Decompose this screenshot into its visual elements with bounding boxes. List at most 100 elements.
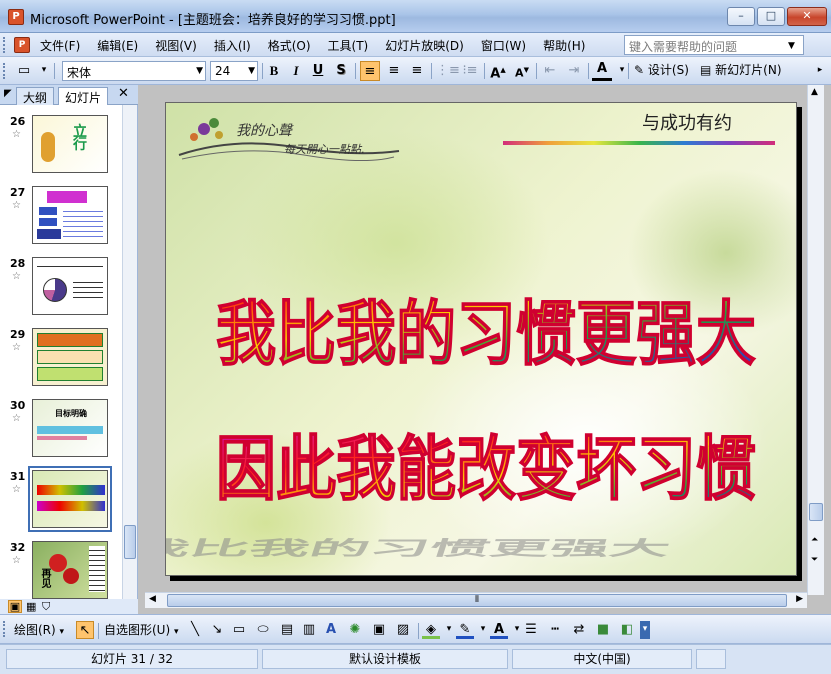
increase-indent-icon[interactable]: ⇥ — [564, 61, 584, 81]
font-size-select[interactable]: 24 ▼ — [210, 61, 258, 81]
scrollbar-thumb[interactable]: ⦀ — [167, 594, 787, 607]
panel-tabs: ◤ 大纲 幻灯片 ✕ — [0, 85, 138, 105]
menu-help[interactable]: 帮助(H) — [543, 37, 585, 54]
oval-icon[interactable]: ⬭ — [254, 621, 272, 639]
chevron-down-icon[interactable]: ▾ — [612, 61, 632, 81]
scroll-right-icon[interactable]: ▶ — [796, 594, 803, 604]
align-right-icon[interactable]: ≡ — [407, 61, 427, 81]
normal-view-icon[interactable]: ▣ — [8, 600, 22, 613]
slide-thumbnail-30[interactable]: 30 ☆ 目标明确 — [0, 399, 120, 461]
draw-menu-button[interactable]: 绘图(R) ▾ — [14, 621, 64, 638]
new-slide-icon: ▤ — [700, 63, 712, 77]
line-color-icon[interactable]: ✎ — [456, 621, 474, 639]
diagram-icon[interactable]: ✺ — [346, 621, 364, 639]
chevron-down-icon[interactable]: ▼ — [788, 41, 795, 51]
design-button[interactable]: ✎ 设计(S) — [634, 61, 689, 81]
align-center-icon[interactable]: ≡ — [384, 61, 404, 81]
text-shadow-button[interactable]: S — [331, 61, 351, 81]
help-search-input[interactable]: 键入需要帮助的问题 — [624, 35, 804, 55]
arrow-style-icon[interactable]: ⇄ — [570, 621, 588, 639]
arrow-icon[interactable]: ↘ — [208, 621, 226, 639]
toolbar-grip[interactable] — [3, 63, 6, 79]
wordart-line2[interactable]: 因此我能改变坏习惯 — [215, 427, 757, 511]
font-color-icon[interactable]: A — [592, 61, 612, 81]
close-button[interactable]: ✕ — [787, 7, 827, 26]
line-icon[interactable]: ╲ — [186, 621, 204, 639]
menu-format[interactable]: 格式(O) — [268, 37, 311, 54]
minimize-button[interactable]: – — [727, 7, 755, 26]
wordart-icon[interactable]: A — [322, 621, 340, 639]
decrease-font-icon[interactable]: A▼ — [512, 61, 532, 81]
increase-font-icon[interactable]: A▲ — [488, 61, 508, 81]
chevron-down-icon[interactable]: ▼ — [196, 66, 203, 76]
prev-slide-icon[interactable]: ⏶ — [811, 535, 818, 545]
next-slide-icon[interactable]: ⏷ — [811, 555, 818, 565]
slide-preview — [32, 257, 108, 315]
menu-grip[interactable] — [3, 37, 6, 53]
design-template-name[interactable]: 默认设计模板 — [262, 649, 508, 669]
slide-number: 30 — [10, 399, 26, 412]
current-slide[interactable]: 我的心聲 每天開心一點點. 与成功有约 我比我的习惯更强大 我比我的习惯更强大 — [165, 102, 797, 576]
new-slide-button[interactable]: ▤ 新幻灯片(N) — [700, 61, 782, 81]
font-color-icon[interactable]: A — [490, 621, 508, 639]
fill-color-icon[interactable]: ◈ — [422, 621, 440, 639]
menu-window[interactable]: 窗口(W) — [481, 37, 526, 54]
line-style-icon[interactable]: ☰ — [522, 621, 540, 639]
slideshow-icon[interactable]: ⛉ — [42, 600, 50, 614]
slide-thumbnail-list[interactable]: 26 ☆ 立行 27 ☆ 28 ☆ 29 ☆ 30 ☆ 目标明确 31 ☆ 32… — [0, 105, 122, 599]
menu-tools[interactable]: 工具(T) — [328, 37, 369, 54]
maximize-button[interactable]: □ — [757, 7, 785, 26]
scrollbar-thumb[interactable] — [809, 503, 823, 521]
scroll-up-icon[interactable]: ▲ — [811, 87, 818, 97]
menu-view[interactable]: 视图(V) — [155, 37, 197, 54]
slide-thumbnail-27[interactable]: 27 ☆ — [0, 186, 120, 248]
tab-outline[interactable]: 大纲 — [16, 87, 55, 105]
toolbar-grip[interactable] — [3, 621, 6, 637]
chevron-down-icon[interactable]: ▼ — [248, 66, 255, 76]
menu-file[interactable]: 文件(F) — [40, 37, 80, 54]
vertical-scrollbar[interactable]: ▲ ⏶ ⏷ — [807, 85, 824, 595]
align-left-icon[interactable]: ≡ — [360, 61, 380, 81]
select-pointer-icon[interactable]: ↖ — [76, 621, 94, 639]
toolbar-options-icon[interactable]: ▸ — [810, 61, 830, 81]
toolbar-options-icon[interactable]: ▾ — [640, 621, 650, 639]
autoshapes-button[interactable]: 自选图形(U) ▾ — [104, 621, 179, 638]
new-document-icon[interactable]: ▭ — [14, 61, 34, 81]
textbox-icon[interactable]: ▤ — [278, 621, 296, 639]
wordart-line1[interactable]: 我比我的习惯更强大 — [215, 292, 757, 376]
transition-icon: ☆ — [12, 342, 21, 353]
horizontal-scrollbar[interactable]: ◀ ⦀ ▶ — [145, 592, 807, 608]
bold-button[interactable]: B — [264, 61, 284, 81]
rectangle-icon[interactable]: ▭ — [230, 621, 248, 639]
slide-thumbnail-29[interactable]: 29 ☆ — [0, 328, 120, 390]
slide-thumbnail-28[interactable]: 28 ☆ — [0, 257, 120, 319]
shadow-style-icon[interactable]: ■ — [594, 621, 612, 639]
slide-thumbnail-32[interactable]: 32 ☆ 再见 — [0, 541, 120, 599]
3d-style-icon[interactable]: ◧ — [618, 621, 636, 639]
powerpoint-app-icon[interactable]: P — [8, 9, 24, 25]
menu-slideshow[interactable]: 幻灯片放映(D) — [385, 37, 464, 54]
bulleted-list-icon[interactable]: ⁝≡ — [460, 61, 480, 81]
picture-icon[interactable]: ▨ — [394, 621, 412, 639]
italic-button[interactable]: I — [286, 61, 306, 81]
slide-sorter-icon[interactable]: ▦ — [26, 600, 36, 613]
numbered-list-icon[interactable]: ⋮≡ — [436, 61, 460, 81]
scroll-left-icon[interactable]: ◀ — [149, 594, 156, 604]
decrease-indent-icon[interactable]: ⇤ — [540, 61, 560, 81]
menu-insert[interactable]: 插入(I) — [214, 37, 251, 54]
slide-thumbnail-26[interactable]: 26 ☆ 立行 — [0, 115, 120, 177]
slide-thumbnail-31[interactable]: 31 ☆ — [0, 466, 120, 532]
document-icon[interactable]: P — [14, 37, 30, 53]
clipart-icon[interactable]: ▣ — [370, 621, 388, 639]
font-name-select[interactable]: 宋体 ▼ — [62, 61, 206, 81]
dash-style-icon[interactable]: ┅ — [546, 621, 564, 639]
scrollbar-thumb[interactable] — [124, 525, 136, 559]
underline-button[interactable]: U — [308, 61, 328, 81]
thumbnail-scrollbar[interactable] — [122, 105, 137, 599]
close-icon[interactable]: ✕ — [118, 86, 129, 101]
menu-edit[interactable]: 编辑(E) — [97, 37, 138, 54]
wordart-svg[interactable]: 我比我的习惯更强大 我比我的习惯更强大 因此我能改变坏习惯 — [166, 103, 797, 576]
tab-slides[interactable]: 幻灯片 — [58, 87, 109, 105]
vertical-textbox-icon[interactable]: ▥ — [300, 621, 318, 639]
chevron-down-icon[interactable]: ▾ — [34, 61, 54, 81]
